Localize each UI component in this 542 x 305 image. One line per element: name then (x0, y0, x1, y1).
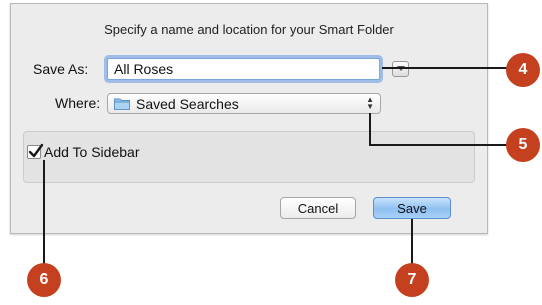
callout-line-6 (43, 160, 45, 265)
expand-dialog-button[interactable] (392, 61, 409, 77)
callout-badge-7: 7 (395, 263, 429, 297)
callout-badge-6: 6 (27, 263, 61, 297)
callout-badge-4: 4 (506, 53, 540, 87)
updown-arrows-icon: ▲ ▼ (366, 95, 374, 111)
save-as-label: Save As: (33, 61, 89, 77)
callout-line-5b (369, 144, 514, 146)
dialog-heading: Specify a name and location for your Sma… (104, 22, 394, 37)
where-popup[interactable]: Saved Searches ▲ ▼ (107, 93, 381, 114)
where-popup-value: Saved Searches (136, 95, 239, 112)
callout-badge-5: 5 (506, 128, 540, 162)
callout-line-7 (411, 219, 413, 265)
checkmark-icon (28, 143, 44, 158)
callout-line-5 (369, 113, 371, 146)
add-to-sidebar-label: Add To Sidebar (44, 144, 140, 160)
cancel-button[interactable]: Cancel (280, 197, 356, 219)
folder-icon (114, 98, 130, 110)
callout-line-4 (382, 67, 514, 69)
where-label: Where: (55, 95, 101, 111)
save-as-field[interactable]: All Roses (107, 58, 380, 80)
add-to-sidebar-checkbox[interactable] (27, 143, 44, 159)
save-button[interactable]: Save (373, 197, 451, 219)
